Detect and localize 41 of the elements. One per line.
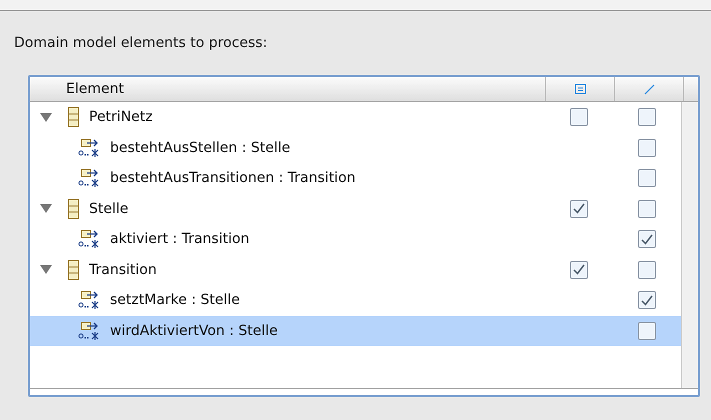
line-icon — [644, 84, 654, 94]
class-icon — [68, 107, 79, 128]
tree-item-label: aktiviert : Transition — [110, 231, 250, 248]
tree-row[interactable]: Stelle — [30, 194, 681, 224]
checkbox[interactable] — [638, 291, 656, 310]
checkbox[interactable] — [638, 322, 656, 340]
checkbox[interactable] — [638, 169, 656, 188]
reference-icon — [78, 138, 100, 158]
reference-icon — [78, 290, 100, 310]
tree-item-label: wirdAktiviertVon : Stelle — [110, 322, 278, 339]
tree-item-label: setztMarke : Stelle — [110, 292, 240, 308]
class-icon — [68, 260, 79, 280]
reference-icon — [78, 320, 100, 341]
expand-triangle-icon[interactable] — [40, 112, 52, 123]
tree-row[interactable]: setztMarke : Stelle — [30, 285, 681, 316]
section-label: Domain model elements to process: — [14, 35, 268, 53]
reference-icon — [78, 168, 100, 188]
class-icon — [68, 198, 79, 219]
tree-row[interactable]: bestehtAusStellen : Stelle — [30, 132, 681, 163]
tree-row[interactable]: aktiviert : Transition — [30, 224, 681, 254]
tree-row[interactable]: wirdAktiviertVon : Stelle — [30, 316, 681, 346]
checkbox[interactable] — [638, 260, 656, 279]
checkbox[interactable] — [638, 230, 656, 248]
checkbox[interactable] — [638, 200, 656, 218]
checkbox[interactable] — [638, 108, 656, 126]
tree-item-label: Transition — [89, 262, 157, 278]
checkbox[interactable] — [570, 200, 588, 218]
tree-item-label: Stelle — [89, 200, 128, 217]
checkbox[interactable] — [570, 260, 588, 279]
checkbox[interactable] — [570, 108, 588, 126]
checkbox[interactable] — [638, 138, 656, 157]
tree-item-label: bestehtAusTransitionen : Transition — [110, 170, 356, 186]
expand-triangle-icon[interactable] — [40, 203, 52, 214]
list-icon — [574, 84, 586, 94]
tree-row[interactable]: PetriNetz — [30, 102, 681, 132]
tree-row[interactable]: Transition — [30, 254, 681, 285]
tree-item-label: bestehtAusStellen : Stelle — [110, 140, 290, 156]
reference-icon — [78, 229, 100, 250]
tree-item-label: PetriNetz — [89, 109, 153, 126]
tree-row[interactable]: bestehtAusTransitionen : Transition — [30, 163, 681, 194]
expand-triangle-icon[interactable] — [40, 264, 52, 276]
